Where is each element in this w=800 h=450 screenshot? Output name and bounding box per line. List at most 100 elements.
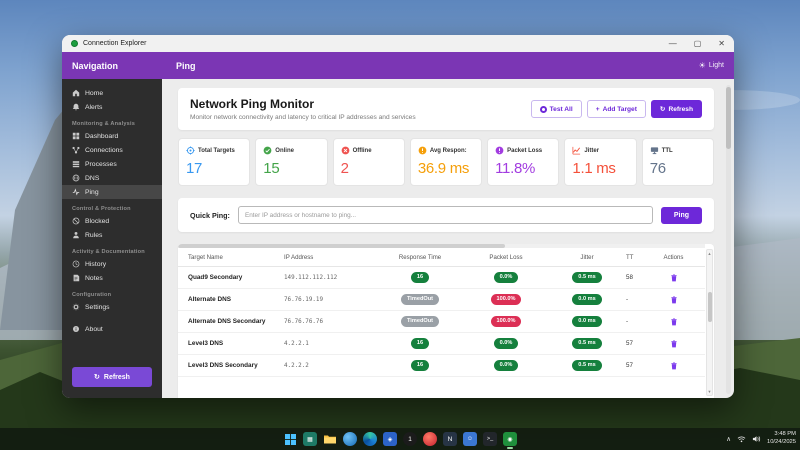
sidebar-refresh-button[interactable]: ↻ Refresh <box>72 367 152 387</box>
speaker-icon[interactable] <box>752 435 761 443</box>
ping-button[interactable]: Ping <box>660 206 702 224</box>
taskbar-icon-file-explorer[interactable] <box>323 432 337 446</box>
table-row[interactable]: Level3 DNS 4.2.2.1 16 0.0% 0.5 ms 57 <box>178 333 705 355</box>
response-time-badge: 16 <box>410 272 430 283</box>
stat-card-jitter: Jitter 1.1 ms <box>564 138 637 186</box>
stat-value: 1.1 ms <box>572 160 616 177</box>
stat-value: 15 <box>263 160 280 177</box>
sidebar-section-activity: Activity & Documentation <box>72 249 145 255</box>
alert-circle-icon <box>495 146 504 155</box>
sidebar-item-settings[interactable]: Settings <box>62 300 162 314</box>
delete-target-button[interactable] <box>669 357 679 374</box>
sidebar-item-connections[interactable]: Connections <box>62 143 162 157</box>
sidebar-item-label: Alerts <box>85 103 103 111</box>
jitter-badge: 0.5 ms <box>572 338 602 349</box>
table-row[interactable]: Alternate DNS Secondary 76.76.76.76 Time… <box>178 311 705 333</box>
network-icon[interactable] <box>737 435 746 443</box>
sidebar-item-label: Processes <box>85 160 117 168</box>
plus-icon: + <box>595 105 600 113</box>
packet-loss-badge: 100.0% <box>490 294 522 305</box>
history-icon <box>72 260 80 268</box>
taskbar-clock[interactable]: 3:48 PM 10/24/2025 <box>767 431 796 447</box>
table-row[interactable]: Quad9 Secondary 149.112.112.112 16 0.0% … <box>178 267 705 289</box>
stat-card-offline: Offline 2 <box>332 138 405 186</box>
delete-target-button[interactable] <box>669 291 679 308</box>
taskbar-icon-chat-app[interactable]: ☺ <box>463 432 477 446</box>
bell-icon <box>72 103 80 111</box>
table-row[interactable]: Level3 DNS Secondary 4.2.2.2 16 0.0% 0.5… <box>178 355 705 377</box>
minimize-icon[interactable]: — <box>669 39 677 48</box>
page-heading: Network Ping Monitor <box>190 97 314 111</box>
sidebar-item-alerts[interactable]: Alerts <box>62 100 162 114</box>
delete-target-button[interactable] <box>669 335 679 352</box>
tray-chevron-up-icon[interactable]: ∧ <box>726 435 731 443</box>
sidebar-item-rules[interactable]: Rules <box>62 228 162 242</box>
sun-icon: ☀ <box>698 61 706 70</box>
scroll-down-icon[interactable]: ▼ <box>707 389 712 394</box>
response-time-badge: TimedOut <box>400 316 439 327</box>
add-target-button[interactable]: + Add Target <box>586 100 646 118</box>
sidebar-item-notes[interactable]: Notes <box>62 271 162 285</box>
taskbar-icon-photos-app[interactable] <box>343 432 357 446</box>
scrollbar-thumb[interactable] <box>707 292 712 322</box>
packet-loss-badge: 0.0% <box>493 272 519 283</box>
theme-toggle-button[interactable]: ☀ Light <box>699 61 724 70</box>
sidebar-item-about[interactable]: About <box>62 322 162 336</box>
quick-ping-label: Quick Ping: <box>190 210 230 220</box>
sidebar-item-ping[interactable]: Ping <box>62 185 162 199</box>
taskbar-start-button[interactable] <box>283 432 297 446</box>
sidebar-item-label: About <box>85 325 103 333</box>
refresh-button[interactable]: ↻ Refresh <box>650 100 702 118</box>
page-header-card: Network Ping Monitor Monitor network con… <box>178 88 714 130</box>
stat-card-total-targets: Total Targets 17 <box>178 138 251 186</box>
sidebar-item-label: DNS <box>85 174 100 182</box>
stat-card-packet-loss: Packet Loss 11.8% <box>487 138 560 186</box>
scroll-up-icon[interactable]: ▲ <box>707 251 712 256</box>
window-controls: — ▢ ✕ <box>669 39 725 48</box>
system-tray: ∧ 3:48 PM 10/24/2025 <box>726 428 796 450</box>
sidebar-item-home[interactable]: Home <box>62 86 162 100</box>
table-horizontal-scrollbar[interactable] <box>178 244 705 248</box>
table-vertical-scrollbar[interactable]: ▲ ▼ <box>706 249 713 396</box>
connections-icon <box>72 146 80 154</box>
sidebar-item-processes[interactable]: Processes <box>62 157 162 171</box>
sidebar-item-dashboard[interactable]: Dashboard <box>62 129 162 143</box>
target-dot-icon <box>539 105 547 113</box>
response-time-badge: 16 <box>410 360 430 371</box>
table-row[interactable]: Alternate DNS 76.76.19.19 TimedOut 100.0… <box>178 289 705 311</box>
sidebar-item-dns[interactable]: DNS <box>62 171 162 185</box>
stat-value: 17 <box>186 160 203 177</box>
target-icon <box>186 146 195 155</box>
sidebar-section-monitoring: Monitoring & Analysis <box>72 121 136 127</box>
taskbar-icon-notepad[interactable]: N <box>443 432 457 446</box>
trash-icon <box>670 296 677 304</box>
taskbar-icon-dev-box[interactable]: ◈ <box>383 432 397 446</box>
taskbar-icon-edge-browser[interactable] <box>363 432 377 446</box>
stat-value: 36.9 ms <box>417 160 470 177</box>
chart-line-icon <box>572 146 581 155</box>
sidebar-item-blocked[interactable]: Blocked <box>62 214 162 228</box>
taskbar-icon-terminal[interactable]: >_ <box>483 432 497 446</box>
taskbar-icon-files-app[interactable]: ▦ <box>303 432 317 446</box>
delete-target-button[interactable] <box>669 313 679 330</box>
sidebar-item-label: Ping <box>85 188 99 196</box>
folder-icon <box>324 435 336 444</box>
close-icon[interactable]: ✕ <box>718 39 725 48</box>
taskbar-icon-connection-explorer[interactable]: ◉ <box>503 432 517 449</box>
quick-ping-input[interactable] <box>237 206 653 224</box>
taskbar-icon-onepassword[interactable]: 1 <box>403 432 417 446</box>
stat-value: 76 <box>649 160 666 177</box>
packet-loss-badge: 0.0% <box>493 360 519 371</box>
stat-value: 2 <box>340 160 349 177</box>
packet-loss-badge: 0.0% <box>493 338 519 349</box>
sidebar-item-label: Rules <box>85 231 103 239</box>
sidebar-item-history[interactable]: History <box>62 257 162 271</box>
main-scrollbar[interactable] <box>726 85 731 394</box>
dns-icon <box>72 174 80 182</box>
test-all-button[interactable]: Test All <box>530 100 582 118</box>
gear-icon <box>72 303 80 311</box>
jitter-badge: 0.5 ms <box>572 360 602 371</box>
maximize-icon[interactable]: ▢ <box>694 39 702 48</box>
delete-target-button[interactable] <box>669 269 679 286</box>
taskbar-icon-media-app[interactable] <box>423 432 437 446</box>
